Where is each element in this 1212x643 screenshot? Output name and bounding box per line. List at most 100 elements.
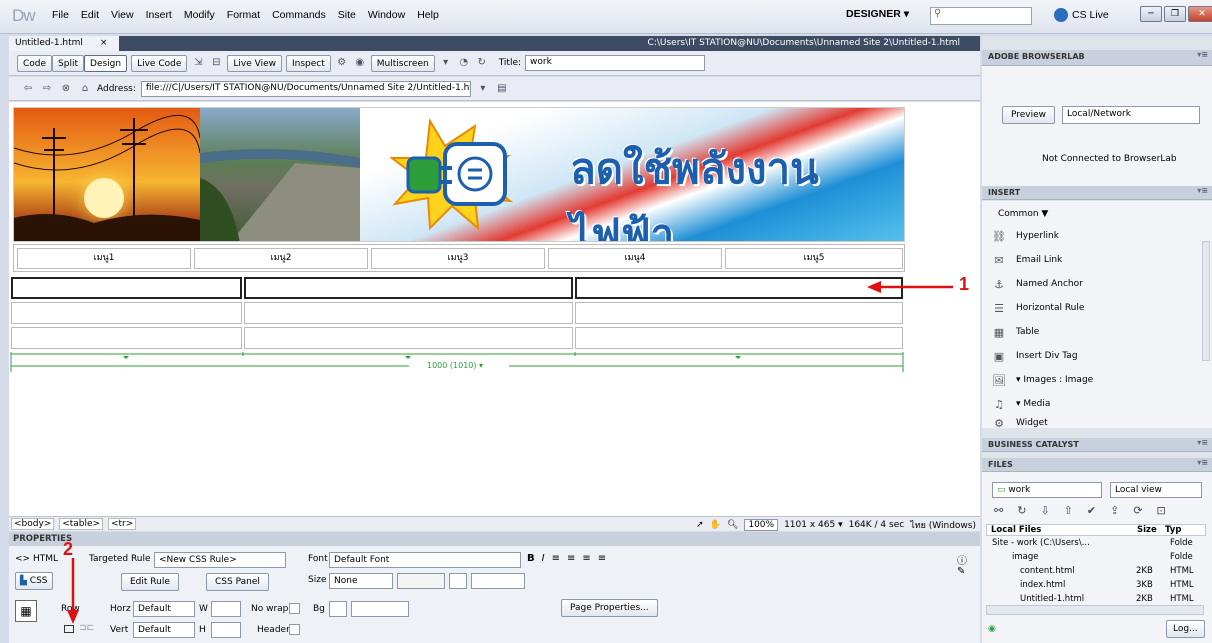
panel-menu-icon[interactable]: ▾≡: [1197, 50, 1208, 59]
insert-table[interactable]: ▦ Table: [992, 321, 1039, 343]
nav-menu-3[interactable]: เมนู3: [371, 248, 545, 269]
col-type[interactable]: Typ: [1165, 525, 1181, 535]
nav-menu-5[interactable]: เมนู5: [725, 248, 903, 269]
home-icon[interactable]: ⌂: [78, 82, 92, 96]
browserlab-panel-header[interactable]: ADOBE BROWSERLAB ▾≡: [982, 50, 1212, 66]
live-view-button[interactable]: Live View: [227, 54, 282, 72]
bold-icon[interactable]: B: [527, 553, 535, 564]
document-tab[interactable]: Untitled-1.html ×: [9, 36, 119, 51]
zoom-select[interactable]: 100%: [744, 519, 779, 531]
browser-compat-icon[interactable]: ⇲: [191, 56, 205, 70]
live-code-button[interactable]: Live Code: [131, 54, 188, 72]
view-select[interactable]: Local view: [1110, 482, 1202, 498]
table-width-label[interactable]: 1000 (1010) ▾: [427, 361, 483, 370]
bg-color-swatch[interactable]: [329, 601, 347, 617]
size-select[interactable]: None: [329, 573, 393, 589]
file-management-icon[interactable]: ⊟: [209, 56, 223, 70]
table-cell[interactable]: [575, 327, 903, 349]
insert-named-anchor[interactable]: ⚓ Named Anchor: [992, 273, 1083, 295]
insert-category-select[interactable]: Common ▼: [998, 209, 1048, 219]
file-row[interactable]: image Folde: [990, 552, 1204, 564]
panel-menu-icon[interactable]: ▾≡: [1197, 458, 1208, 467]
html-mode-button[interactable]: <> HTML: [15, 554, 58, 564]
forward-arrow-icon[interactable]: ⇨: [40, 82, 54, 96]
justify-icon[interactable]: ≡: [598, 553, 606, 564]
preview-browser-icon[interactable]: ◔: [457, 56, 471, 70]
properties-header[interactable]: PROPERTIES: [9, 532, 980, 546]
log-button[interactable]: Log...: [1166, 620, 1205, 638]
close-tab-icon[interactable]: ×: [100, 38, 108, 48]
table-cell[interactable]: [244, 302, 573, 324]
width-input[interactable]: [211, 601, 241, 617]
refresh-icon[interactable]: ↻: [475, 56, 489, 70]
nav-menu-1[interactable]: เมนู1: [17, 248, 191, 269]
file-row[interactable]: index.html 3KB HTML: [990, 580, 1204, 592]
get-files-icon[interactable]: ⇩: [1040, 504, 1049, 517]
insert-images[interactable]: 🖼︎ ▾ Images : Image: [992, 369, 1093, 391]
menu-modify[interactable]: Modify: [184, 9, 215, 21]
address-input[interactable]: file:///C|/Users/IT STATION@NU/Documents…: [140, 80, 471, 97]
insert-email-link[interactable]: ✉ Email Link: [992, 249, 1062, 271]
align-left-icon[interactable]: ≡: [552, 553, 560, 564]
table-cell[interactable]: [575, 302, 903, 324]
menu-view[interactable]: View: [111, 9, 134, 21]
chevron-down-icon[interactable]: ▾: [439, 56, 453, 70]
tag-tr[interactable]: <tr>: [107, 518, 137, 530]
help-search-input[interactable]: ⚲: [930, 7, 1032, 25]
address-dropdown-icon[interactable]: ▾: [476, 82, 490, 96]
insert-scrollbar[interactable]: [1202, 241, 1210, 361]
table-cell[interactable]: [11, 302, 242, 324]
preview-button[interactable]: Preview: [1002, 106, 1056, 124]
put-files-icon[interactable]: ⇧: [1064, 504, 1073, 517]
hand-tool-icon[interactable]: ✋: [710, 520, 721, 530]
cs-live-button[interactable]: CS Live: [1054, 8, 1109, 22]
design-view-button[interactable]: Design: [84, 54, 128, 72]
nav-menu-4[interactable]: เมนู4: [548, 248, 722, 269]
file-row[interactable]: Site - work (C:\Users\... Folde: [990, 538, 1204, 550]
menu-file[interactable]: File: [52, 9, 69, 21]
insert-media[interactable]: ♫ ▾ Media: [992, 393, 1050, 415]
insert-horizontal-rule[interactable]: ☰ Horizontal Rule: [992, 297, 1084, 319]
insert-div-tag[interactable]: ▣ Insert Div Tag: [992, 345, 1078, 367]
page-properties-button[interactable]: Page Properties...: [561, 599, 658, 617]
multiscreen-button[interactable]: Multiscreen: [370, 54, 435, 72]
horz-select[interactable]: Default: [133, 601, 195, 617]
files-panel-header[interactable]: FILES ▾≡: [982, 458, 1212, 472]
insert-panel-header[interactable]: INSERT ▾≡: [982, 186, 1212, 200]
merge-cells-icon[interactable]: [64, 625, 74, 633]
targeted-rule-select[interactable]: <New CSS Rule>: [154, 552, 286, 568]
panel-menu-icon[interactable]: ▾≡: [1197, 438, 1208, 447]
split-view-button[interactable]: Split: [52, 54, 85, 72]
menu-help[interactable]: Help: [417, 9, 439, 21]
vert-select[interactable]: Default: [133, 622, 195, 638]
bg-color-input[interactable]: [351, 601, 409, 617]
table-cell[interactable]: [244, 327, 573, 349]
minimize-button[interactable]: ─: [1140, 6, 1162, 22]
files-horizontal-scrollbar[interactable]: [986, 605, 1204, 615]
menu-insert[interactable]: Insert: [146, 9, 172, 21]
split-cells-icon[interactable]: ⊐⊏: [79, 623, 94, 633]
connect-icon[interactable]: ⚯: [994, 504, 1003, 517]
nowrap-checkbox[interactable]: [289, 603, 300, 614]
site-select[interactable]: ▭ work: [992, 482, 1102, 498]
select-tool-icon[interactable]: ➚: [696, 520, 704, 530]
font-select[interactable]: Default Font: [329, 552, 521, 568]
inspect-button[interactable]: Inspect: [285, 54, 331, 72]
nav-menu-2[interactable]: เมนู2: [194, 248, 368, 269]
text-color-input[interactable]: [471, 573, 525, 589]
file-row[interactable]: content.html 2KB HTML: [990, 566, 1204, 578]
insert-widget[interactable]: ⚙ Widget: [992, 417, 1048, 429]
sync-icon[interactable]: ⟳: [1133, 504, 1142, 517]
code-view-button[interactable]: Code: [17, 54, 53, 72]
table-row[interactable]: [11, 302, 903, 324]
table-cell[interactable]: [575, 277, 903, 299]
live-options-icon[interactable]: ⚙: [335, 56, 349, 70]
business-catalyst-header[interactable]: BUSINESS CATALYST ▾≡: [982, 438, 1212, 452]
tag-table[interactable]: <table>: [59, 518, 104, 530]
table-cell[interactable]: [244, 277, 573, 299]
check-out-icon[interactable]: ✔: [1087, 504, 1096, 517]
menu-site[interactable]: Site: [338, 9, 356, 21]
file-row[interactable]: Untitled-1.html 2KB HTML: [990, 594, 1204, 602]
menu-edit[interactable]: Edit: [81, 9, 99, 21]
col-local-files[interactable]: Local Files: [991, 525, 1041, 535]
